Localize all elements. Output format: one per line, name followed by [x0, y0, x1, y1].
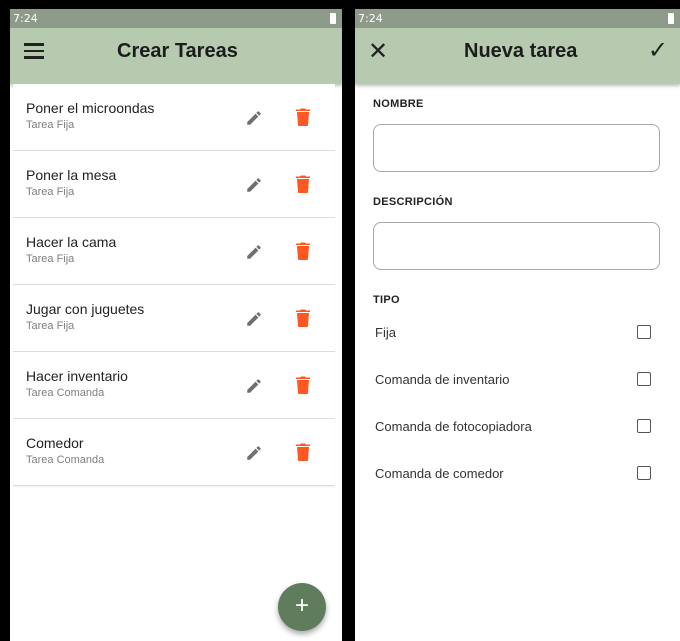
add-task-button[interactable]: + — [278, 583, 326, 631]
pencil-icon[interactable] — [245, 377, 263, 395]
task-type: Tarea Fija — [26, 253, 75, 265]
task-row[interactable]: Jugar con juguetes Tarea Fija — [13, 285, 335, 352]
trash-icon[interactable] — [296, 108, 310, 126]
task-row[interactable]: Poner la mesa Tarea Fija — [13, 151, 335, 218]
app-bar: Crear Tareas — [10, 28, 342, 84]
status-time: 7:24 — [13, 12, 38, 25]
trash-icon[interactable] — [296, 443, 310, 461]
task-name: Hacer inventario — [26, 368, 128, 384]
status-time: 7:24 — [358, 12, 383, 25]
task-list-screen: 7:24 Crear Tareas Poner el microondas Tar… — [10, 9, 342, 641]
task-type: Tarea Fija — [26, 119, 75, 131]
task-row[interactable]: Hacer inventario Tarea Comanda — [13, 352, 335, 419]
trash-icon[interactable] — [296, 242, 310, 260]
page-title: Crear Tareas — [117, 40, 238, 62]
nombre-field[interactable] — [373, 124, 660, 172]
type-option-fija: Fija — [375, 325, 396, 340]
task-name: Hacer la cama — [26, 234, 117, 250]
page-title: Nueva tarea — [464, 40, 578, 62]
pencil-icon[interactable] — [245, 444, 263, 462]
battery-icon — [668, 13, 674, 24]
pencil-icon[interactable] — [245, 109, 263, 127]
pencil-icon[interactable] — [245, 243, 263, 261]
task-row[interactable]: Poner el microondas Tarea Fija — [13, 84, 335, 151]
checkbox-fija[interactable] — [637, 325, 651, 339]
task-type: Tarea Fija — [26, 320, 75, 332]
task-row[interactable]: Comedor Tarea Comanda — [13, 419, 335, 486]
new-task-screen: 7:24 ✕ Nueva tarea ✓ NOMBRE DESCRIPCIÓN … — [355, 9, 680, 641]
task-row[interactable]: Hacer la cama Tarea Fija — [13, 218, 335, 285]
checkbox-inventario[interactable] — [637, 372, 651, 386]
checkbox-fotocopiadora[interactable] — [637, 419, 651, 433]
descripcion-field[interactable] — [373, 222, 660, 270]
task-type: Tarea Fija — [26, 186, 75, 198]
type-option-comedor: Comanda de comedor — [375, 466, 504, 481]
nombre-label: NOMBRE — [373, 98, 424, 110]
status-bar: 7:24 — [10, 9, 342, 28]
task-name: Poner el microondas — [26, 100, 155, 116]
hamburger-menu-icon[interactable] — [24, 43, 44, 59]
app-bar: ✕ Nueva tarea ✓ — [355, 28, 680, 84]
type-option-inventario: Comanda de inventario — [375, 372, 510, 387]
pencil-icon[interactable] — [245, 310, 263, 328]
trash-icon[interactable] — [296, 376, 310, 394]
task-type: Tarea Comanda — [26, 454, 105, 466]
task-name: Poner la mesa — [26, 167, 117, 183]
checkbox-comedor[interactable] — [637, 466, 651, 480]
pencil-icon[interactable] — [245, 176, 263, 194]
trash-icon[interactable] — [296, 175, 310, 193]
descripcion-label: DESCRIPCIÓN — [373, 196, 453, 208]
plus-icon: + — [294, 592, 309, 619]
task-name: Comedor — [26, 435, 84, 451]
status-bar: 7:24 — [355, 9, 680, 28]
close-icon[interactable]: ✕ — [368, 40, 388, 64]
type-option-fotocopiadora: Comanda de fotocopiadora — [375, 419, 532, 434]
tipo-label: TIPO — [373, 294, 400, 306]
task-type: Tarea Comanda — [26, 387, 105, 399]
task-list: Poner el microondas Tarea Fija Poner la me… — [13, 84, 335, 486]
check-icon[interactable]: ✓ — [648, 39, 668, 63]
battery-icon — [330, 13, 336, 24]
task-name: Jugar con juguetes — [26, 301, 145, 317]
trash-icon[interactable] — [296, 309, 310, 327]
